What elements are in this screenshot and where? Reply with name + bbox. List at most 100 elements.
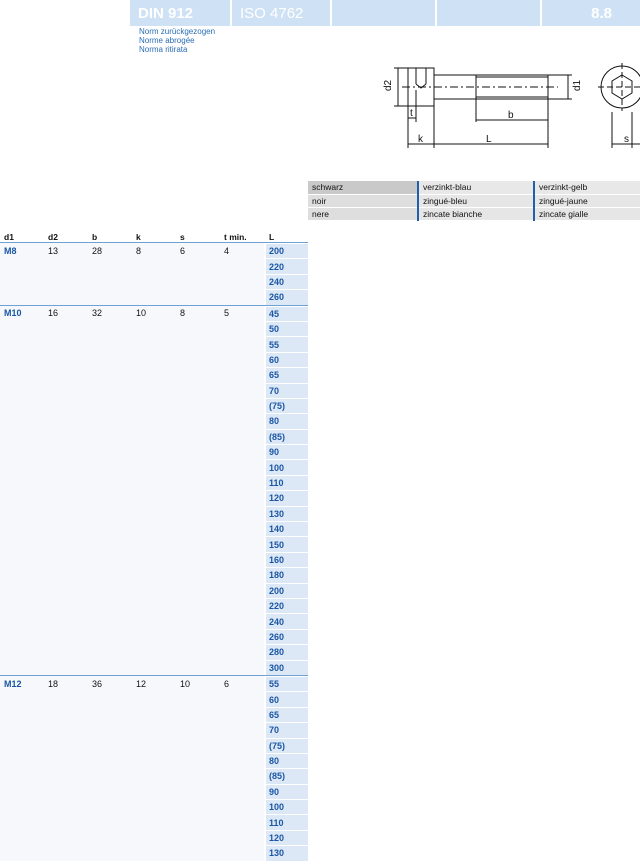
cell-d2: 18 bbox=[48, 678, 59, 689]
row-background bbox=[0, 273, 264, 290]
row-background bbox=[0, 783, 264, 800]
finish-cell: zincate bianche bbox=[417, 207, 534, 221]
cell-L: 100 bbox=[266, 799, 308, 815]
row-background bbox=[0, 659, 264, 675]
table-header-row: d1 d2 b k s t min. L bbox=[0, 228, 308, 242]
table-row: 120 bbox=[0, 829, 308, 846]
table-row: 140 bbox=[0, 521, 308, 537]
finish-row: schwarz verzinkt-blau verzinkt-gelb bbox=[308, 181, 640, 195]
row-background bbox=[0, 722, 264, 738]
cell-s: 8 bbox=[180, 308, 186, 319]
header-d1: d1 bbox=[4, 232, 14, 242]
cell-L: 50 bbox=[266, 320, 308, 337]
table-row: 300 bbox=[0, 659, 308, 675]
row-background bbox=[0, 752, 264, 769]
cell-L: (85) bbox=[266, 768, 308, 784]
table-row: 80 bbox=[0, 752, 308, 769]
header-band: DIN 912 ISO 4762 8.8 bbox=[130, 0, 640, 26]
row-background bbox=[0, 336, 264, 352]
row-background bbox=[0, 382, 264, 398]
cell-L: 220 bbox=[266, 258, 308, 274]
finish-cell: zingué-bleu bbox=[417, 194, 534, 208]
row-background bbox=[0, 444, 264, 460]
screw-drawing: d2 d1 t b k L s bbox=[383, 63, 640, 148]
header-d2: d2 bbox=[48, 232, 58, 242]
standard-label: DIN 912 bbox=[130, 0, 230, 26]
header-L: L bbox=[269, 232, 275, 242]
header-k: k bbox=[136, 232, 141, 242]
dimension-table: d1 d2 b k s t min. L M8 13 28 8 6 4 200 220 240 2… bbox=[0, 228, 308, 861]
row-background bbox=[0, 474, 264, 491]
norm-note-de: Norm zurückgezogen bbox=[139, 27, 216, 36]
row-background bbox=[0, 459, 264, 475]
row-background bbox=[0, 351, 264, 368]
table-row: 120 bbox=[0, 490, 308, 506]
cell-d1: M10 bbox=[4, 308, 22, 319]
row-background bbox=[0, 768, 264, 784]
cell-L: 120 bbox=[266, 829, 308, 846]
cell-L: 90 bbox=[266, 444, 308, 460]
cell-k: 8 bbox=[136, 245, 142, 256]
table-row: 130 bbox=[0, 845, 308, 861]
norm-note-it: Norma ritirata bbox=[139, 45, 188, 54]
cell-L: 220 bbox=[266, 597, 308, 614]
table-row: 70 bbox=[0, 722, 308, 738]
cell-L: 280 bbox=[266, 644, 308, 660]
row-background bbox=[0, 829, 264, 846]
iso-label: ISO 4762 bbox=[230, 0, 330, 26]
row-background bbox=[0, 582, 264, 598]
cell-L: (75) bbox=[266, 737, 308, 753]
finish-row: nere zincate bianche zincate gialle bbox=[308, 207, 640, 221]
cell-L: 55 bbox=[266, 675, 308, 692]
drawing-label-d1: d1 bbox=[572, 79, 583, 91]
table-row: 180 bbox=[0, 567, 308, 583]
cell-d1: M8 bbox=[4, 245, 17, 256]
cell-k: 10 bbox=[136, 308, 147, 319]
cell-t: 6 bbox=[224, 678, 230, 689]
table-row: 220 bbox=[0, 597, 308, 614]
table-row: M8 13 28 8 6 4 200 bbox=[0, 243, 308, 259]
row-background bbox=[0, 628, 264, 645]
table-row: 280 bbox=[0, 644, 308, 660]
cell-L: 180 bbox=[266, 567, 308, 583]
row-background bbox=[0, 320, 264, 337]
finish-cell: nere bbox=[308, 207, 418, 221]
row-background bbox=[0, 799, 264, 815]
cell-L: 80 bbox=[266, 752, 308, 769]
cell-L: 65 bbox=[266, 367, 308, 383]
cell-b: 36 bbox=[92, 678, 103, 689]
row-background bbox=[0, 551, 264, 568]
finish-row: noir zingué-bleu zingué-jaune bbox=[308, 194, 640, 208]
table-row: 160 bbox=[0, 551, 308, 568]
cell-L: 300 bbox=[266, 659, 308, 675]
finish-cell: verzinkt-blau bbox=[417, 181, 534, 195]
cell-b: 28 bbox=[92, 245, 103, 256]
table-row: (85) bbox=[0, 768, 308, 784]
row-background bbox=[0, 505, 264, 522]
finish-cell: verzinkt-gelb bbox=[533, 181, 640, 195]
cell-L: 150 bbox=[266, 536, 308, 552]
cell-L: 55 bbox=[266, 336, 308, 352]
row-background bbox=[0, 428, 264, 445]
table-row: 50 bbox=[0, 320, 308, 337]
table-row: 60 bbox=[0, 351, 308, 368]
cell-L: 200 bbox=[266, 582, 308, 598]
table-row: 130 bbox=[0, 505, 308, 522]
finish-cell: noir bbox=[308, 194, 418, 208]
row-background bbox=[0, 567, 264, 583]
cell-L: 240 bbox=[266, 613, 308, 629]
finish-cell: zingué-jaune bbox=[533, 194, 640, 208]
table-row: 200 bbox=[0, 582, 308, 598]
cell-L: 120 bbox=[266, 490, 308, 506]
cell-L: 60 bbox=[266, 691, 308, 707]
table-row: 240 bbox=[0, 273, 308, 290]
table-row: 150 bbox=[0, 536, 308, 552]
cell-L: (75) bbox=[266, 397, 308, 414]
cell-L: 140 bbox=[266, 521, 308, 537]
header-blank-2 bbox=[435, 0, 540, 26]
cell-L: 70 bbox=[266, 722, 308, 738]
table-row: 90 bbox=[0, 444, 308, 460]
row-background bbox=[0, 814, 264, 830]
table-row: 110 bbox=[0, 814, 308, 830]
cell-L: 130 bbox=[266, 845, 308, 861]
